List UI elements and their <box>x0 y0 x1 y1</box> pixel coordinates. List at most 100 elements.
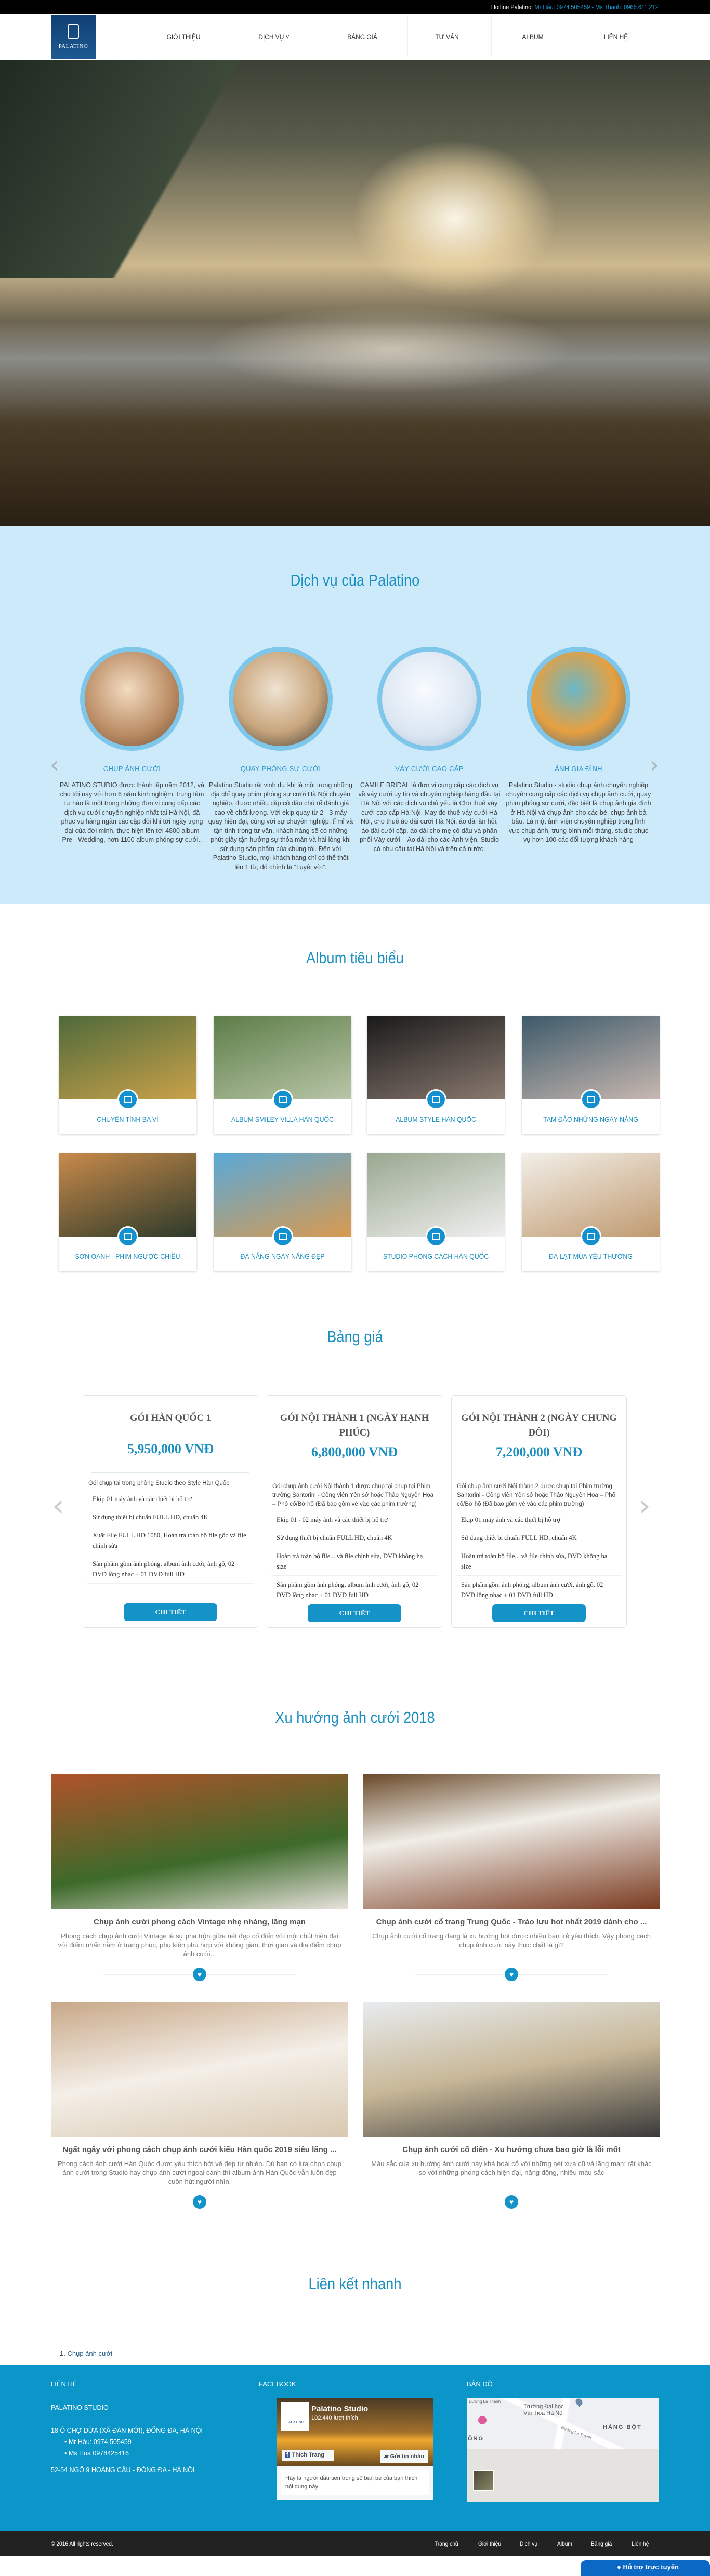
service-title[interactable]: CHỤP ẢNH CƯỚI <box>59 765 205 773</box>
quick-link[interactable]: Chụp ảnh cưới <box>67 2349 112 2357</box>
album-card[interactable]: STUDIO PHONG CÁCH HÀN QUỐC <box>367 1153 505 1271</box>
album-image[interactable] <box>522 1153 660 1247</box>
facebook-note: Hãy là người đầu tiên trong số bạn bè củ… <box>281 2470 429 2495</box>
footer-link[interactable]: Album <box>557 2540 572 2547</box>
article-title[interactable]: Chụp ảnh cưới phong cách Vintage nhẹ nhà… <box>51 1918 348 1927</box>
gallery-badge[interactable] <box>580 1089 601 1110</box>
article-image[interactable] <box>51 2002 348 2137</box>
facebook-page-name[interactable]: Palatino Studio <box>311 2405 368 2413</box>
contact-heading: LIÊN HỆ <box>51 2380 77 2388</box>
logo[interactable]: PALATINO <box>51 15 96 59</box>
article-title[interactable]: Ngất ngây với phong cách chụp ảnh cưới k… <box>51 2145 348 2154</box>
album-card[interactable]: CHUYỆN TÌNH BA VÌ <box>59 1016 196 1134</box>
hotel-pin-icon <box>478 2416 487 2424</box>
satellite-toggle[interactable] <box>473 2470 494 2491</box>
like-label: Thích Trang <box>292 2452 325 2458</box>
pricing-next-icon[interactable]: › <box>638 1490 651 1521</box>
service-title[interactable]: ẢNH GIA ĐÌNH <box>506 765 651 773</box>
service-image[interactable] <box>80 647 184 751</box>
gallery-badge[interactable] <box>117 1226 138 1247</box>
nav-item[interactable]: DỊCH VỤ ˅ <box>241 29 307 45</box>
album-image[interactable] <box>367 1153 505 1247</box>
trend-article: Chụp ảnh cưới cổ điển - Xu hướng chưa ba… <box>363 2002 660 2210</box>
album-title[interactable]: STUDIO PHONG CÁCH HÀN QUỐC <box>375 1252 496 1260</box>
trend-article: Chụp ảnh cưới cổ trang Trung Quốc - Trào… <box>363 1774 660 1982</box>
gallery-badge[interactable] <box>272 1226 293 1247</box>
nav-item[interactable]: LIÊN HỆ <box>583 29 649 45</box>
service-description: PALATINO STUDIO được thành lập năm 2012,… <box>59 781 205 843</box>
quick-links-title: Liên kết nhanh <box>308 2275 402 2293</box>
article-image[interactable] <box>51 1774 348 1909</box>
chevron-left-icon[interactable]: ‹ <box>50 754 59 777</box>
footer-link[interactable]: Liên hệ <box>632 2540 649 2547</box>
album-image[interactable] <box>522 1016 660 1110</box>
facebook-page-widget[interactable]: PALATINO Palatino Studio 102.440 lượt th… <box>277 2398 433 2500</box>
facebook-message-button[interactable]: ▰ Gửi tin nhắn <box>380 2450 428 2463</box>
service-title[interactable]: QUAY PHÓNG SỰ CƯỚI <box>208 765 353 773</box>
footer-link[interactable]: Giới thiệu <box>478 2540 501 2547</box>
service-item: CHỤP ẢNH CƯỚI PALATINO STUDIO được thành … <box>59 647 205 845</box>
album-card[interactable]: ĐÀ LẠT MÙA YÊU THƯƠNG <box>522 1153 660 1271</box>
album-title[interactable]: ĐÀ LẠT MÙA YÊU THƯƠNG <box>530 1252 651 1260</box>
album-image[interactable] <box>214 1016 351 1110</box>
service-image[interactable] <box>527 647 630 751</box>
heart-icon[interactable]: ♥ <box>193 1968 206 1981</box>
gallery-badge[interactable] <box>425 1226 446 1247</box>
pricing-prev-icon[interactable]: ‹ <box>52 1490 64 1521</box>
package-feature: Sử dụng thiết bị chuẩn FULL HD, chuẩn 4K <box>271 1529 438 1547</box>
article-image[interactable] <box>363 1774 660 1909</box>
phone-2: • Ms Hoa 0978425416 <box>64 2450 129 2457</box>
album-title[interactable]: TAM ĐẢO NHỮNG NGÀY NẮNG <box>530 1115 651 1123</box>
album-title[interactable]: CHUYỆN TÌNH BA VÌ <box>67 1115 188 1123</box>
album-card[interactable]: ALBUM SMILEY VILLA HÀN QUỐC <box>214 1016 351 1134</box>
album-image[interactable] <box>59 1153 196 1247</box>
album-card[interactable]: TAM ĐẢO NHỮNG NGÀY NẮNG <box>522 1016 660 1134</box>
album-title[interactable]: SƠN OANH - PHIM NGƯỢC CHIỀU <box>67 1252 188 1260</box>
album-card[interactable]: ĐÀ NẴNG NGÀY NẮNG ĐẸP <box>214 1153 351 1271</box>
footer-link[interactable]: Bảng giá <box>591 2540 612 2547</box>
nav-item[interactable]: GIỚI THIỆU <box>150 29 217 45</box>
nav-item[interactable]: ALBUM <box>499 29 566 45</box>
facebook-icon: f <box>285 2452 290 2458</box>
logo-mark-icon <box>68 24 79 39</box>
album-card[interactable]: SƠN OANH - PHIM NGƯỢC CHIỀU <box>59 1153 196 1271</box>
online-support-button[interactable]: ● Hỗ trợ trực tuyến <box>581 2560 710 2576</box>
pricing-card: GÓI NỘI THÀNH 2 (NGÀY CHUNG ĐÔI) 7,200,00… <box>451 1395 627 1628</box>
album-image[interactable] <box>367 1016 505 1110</box>
footer-link[interactable]: Trang chủ <box>435 2540 458 2547</box>
gallery-badge[interactable] <box>117 1089 138 1110</box>
article-excerpt: Màu sắc của xu hướng ảnh cưới này khá ho… <box>371 2160 652 2176</box>
album-title[interactable]: ALBUM SMILEY VILLA HÀN QUỐC <box>222 1115 343 1123</box>
details-button[interactable]: CHI TIẾT <box>308 1604 401 1622</box>
trend-article: Ngất ngây với phong cách chụp ảnh cưới k… <box>51 2002 348 2210</box>
album-title[interactable]: ALBUM STYLE HÀN QUỐC <box>375 1115 496 1123</box>
heart-icon[interactable]: ♥ <box>505 1968 518 1981</box>
service-image[interactable] <box>377 647 481 751</box>
article-image[interactable] <box>363 2002 660 2137</box>
service-image[interactable] <box>229 647 333 751</box>
map-tiles[interactable]: Đường La Thành Trường Đại học Văn hóa Hà… <box>467 2397 659 2449</box>
gallery-badge[interactable] <box>580 1226 601 1247</box>
heart-icon[interactable]: ♥ <box>193 2195 206 2209</box>
details-button[interactable]: CHI TIẾT <box>492 1604 586 1622</box>
map-embed[interactable]: Đường La Thành Trường Đại học Văn hóa Hà… <box>467 2397 659 2502</box>
phone-2-text[interactable]: Ms Hoa 0978425416 <box>69 2450 129 2457</box>
nav-item[interactable]: TƯ VẤN <box>414 29 480 45</box>
details-button[interactable]: CHI TIẾT <box>124 1603 217 1621</box>
gallery-badge[interactable] <box>272 1089 293 1110</box>
nav-item[interactable]: BẢNG GIÁ <box>329 29 396 45</box>
album-title[interactable]: ĐÀ NẴNG NGÀY NẮNG ĐẸP <box>222 1252 343 1260</box>
album-card[interactable]: ALBUM STYLE HÀN QUỐC <box>367 1016 505 1134</box>
album-image[interactable] <box>59 1016 196 1110</box>
service-title[interactable]: VÁY CƯỚI CAO CẤP <box>357 765 502 773</box>
article-title[interactable]: Chụp ảnh cưới cổ điển - Xu hướng chưa ba… <box>363 2145 660 2154</box>
facebook-like-button[interactable]: f Thích Trang <box>282 2450 334 2461</box>
article-title[interactable]: Chụp ảnh cưới cổ trang Trung Quốc - Trào… <box>363 1918 660 1927</box>
services-section: Dịch vụ của Palatino ‹ › CHỤP ẢNH CƯỚI PA… <box>0 526 710 904</box>
heart-icon[interactable]: ♥ <box>505 2195 518 2209</box>
phone-1-text[interactable]: Mr Hậu: 0974.505459 <box>69 2438 132 2446</box>
footer-link[interactable]: Dịch vụ <box>520 2540 537 2547</box>
gallery-badge[interactable] <box>425 1089 446 1110</box>
album-image[interactable] <box>214 1153 351 1247</box>
hotline-numbers[interactable]: Mr Hậu: 0974.505459 - Ms Thanh: 0966.611… <box>534 3 659 11</box>
